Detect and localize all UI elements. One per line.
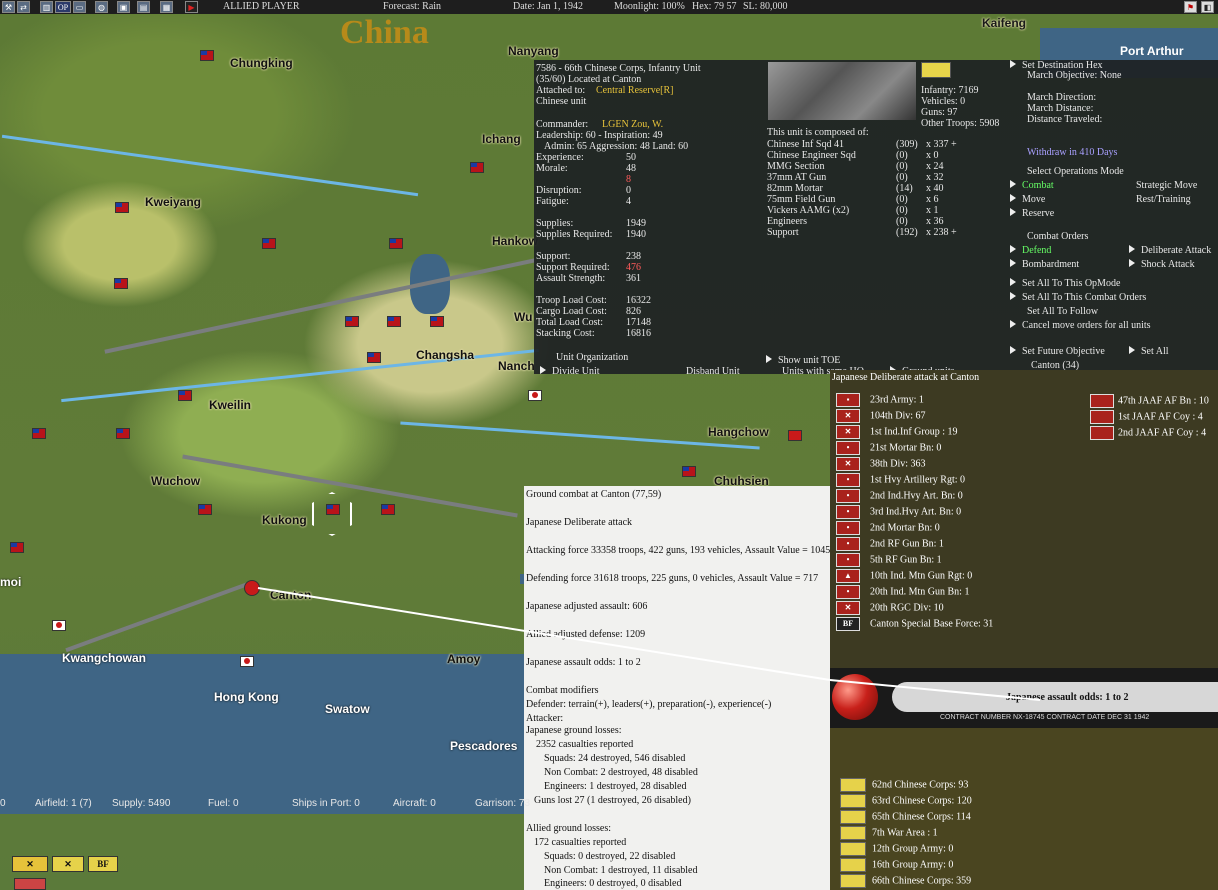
hex-info-bar: 0 Airfield: 1 (7) Supply: 5490 Fuel: 0 S… bbox=[0, 796, 530, 812]
reinforcement-icon[interactable] bbox=[14, 878, 46, 890]
airfield-value: Airfield: 1 (7) bbox=[35, 798, 92, 809]
supply-value: Supply: 5490 bbox=[112, 798, 171, 809]
inf-unit-button[interactable]: ✕ bbox=[12, 856, 48, 872]
ships-in-port-value: Ships in Port: 0 bbox=[292, 798, 360, 809]
base-force-button[interactable]: BF bbox=[88, 856, 118, 872]
inf-unit-button-2[interactable]: ✕ bbox=[52, 856, 84, 872]
fuel-value: Fuel: 0 bbox=[208, 798, 239, 809]
garrison-value: Garrison: 73 bbox=[475, 798, 531, 809]
connector-line-segment bbox=[829, 679, 1041, 701]
connector-line-segment bbox=[257, 587, 831, 681]
aircraft-value: Aircraft: 0 bbox=[393, 798, 436, 809]
hex-lead-value: 0 bbox=[0, 798, 6, 809]
battle-connector-line bbox=[257, 587, 1041, 701]
